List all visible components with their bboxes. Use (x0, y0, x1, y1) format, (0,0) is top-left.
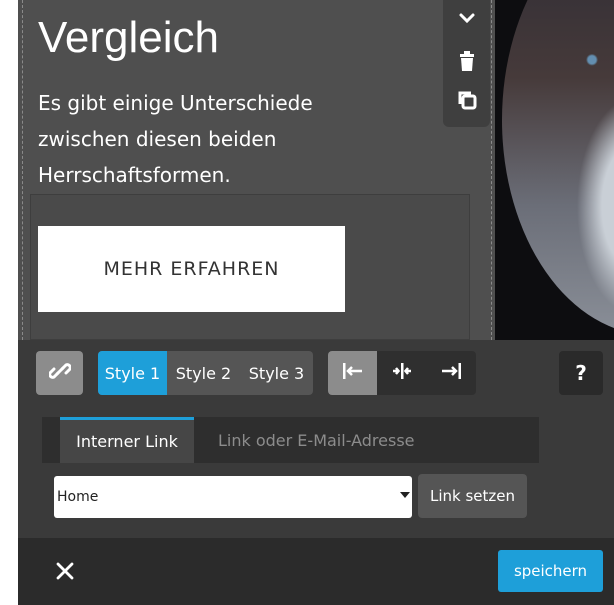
dropdown-caret-icon (400, 492, 410, 498)
style-2-option[interactable]: Style 2 (167, 351, 240, 395)
style-1-option[interactable]: Style 1 (98, 351, 167, 395)
tab-external-link[interactable]: Link oder E-Mail-Adresse (218, 417, 415, 463)
more-info-button[interactable]: MEHR ERFAHREN (38, 226, 345, 312)
page-select-value: Home (57, 489, 99, 505)
tab-internal-link[interactable]: Interner Link (60, 417, 194, 463)
close-button[interactable] (48, 550, 82, 592)
block-mini-toolbar (443, 0, 490, 127)
set-link-button[interactable]: Link setzen (418, 474, 527, 518)
close-icon (55, 555, 75, 588)
align-right-button[interactable] (427, 351, 476, 395)
alignment-selector (328, 351, 476, 395)
help-button[interactable]: ? (559, 351, 603, 395)
link-toggle-button[interactable] (36, 351, 83, 395)
link-icon (47, 360, 72, 386)
block-title[interactable]: Vergleich (38, 12, 219, 64)
align-center-button[interactable] (377, 351, 426, 395)
background-photo (490, 0, 614, 340)
style-3-option[interactable]: Style 3 (240, 351, 313, 395)
duplicate-icon[interactable] (455, 90, 479, 115)
restaurant-photo (502, 0, 614, 335)
save-button[interactable]: speichern (498, 550, 603, 592)
align-left-button[interactable] (328, 351, 378, 395)
align-center-icon (391, 362, 413, 385)
style-selector: Style 1 Style 2 Style 3 (98, 351, 313, 395)
align-left-icon (342, 362, 364, 385)
page-select[interactable]: Home (54, 476, 412, 518)
trash-icon[interactable] (455, 50, 479, 77)
align-right-icon (440, 362, 462, 385)
block-body-text[interactable]: Es gibt einige Unterschiede zwischen die… (38, 85, 398, 193)
chevron-down-icon[interactable] (455, 8, 479, 32)
